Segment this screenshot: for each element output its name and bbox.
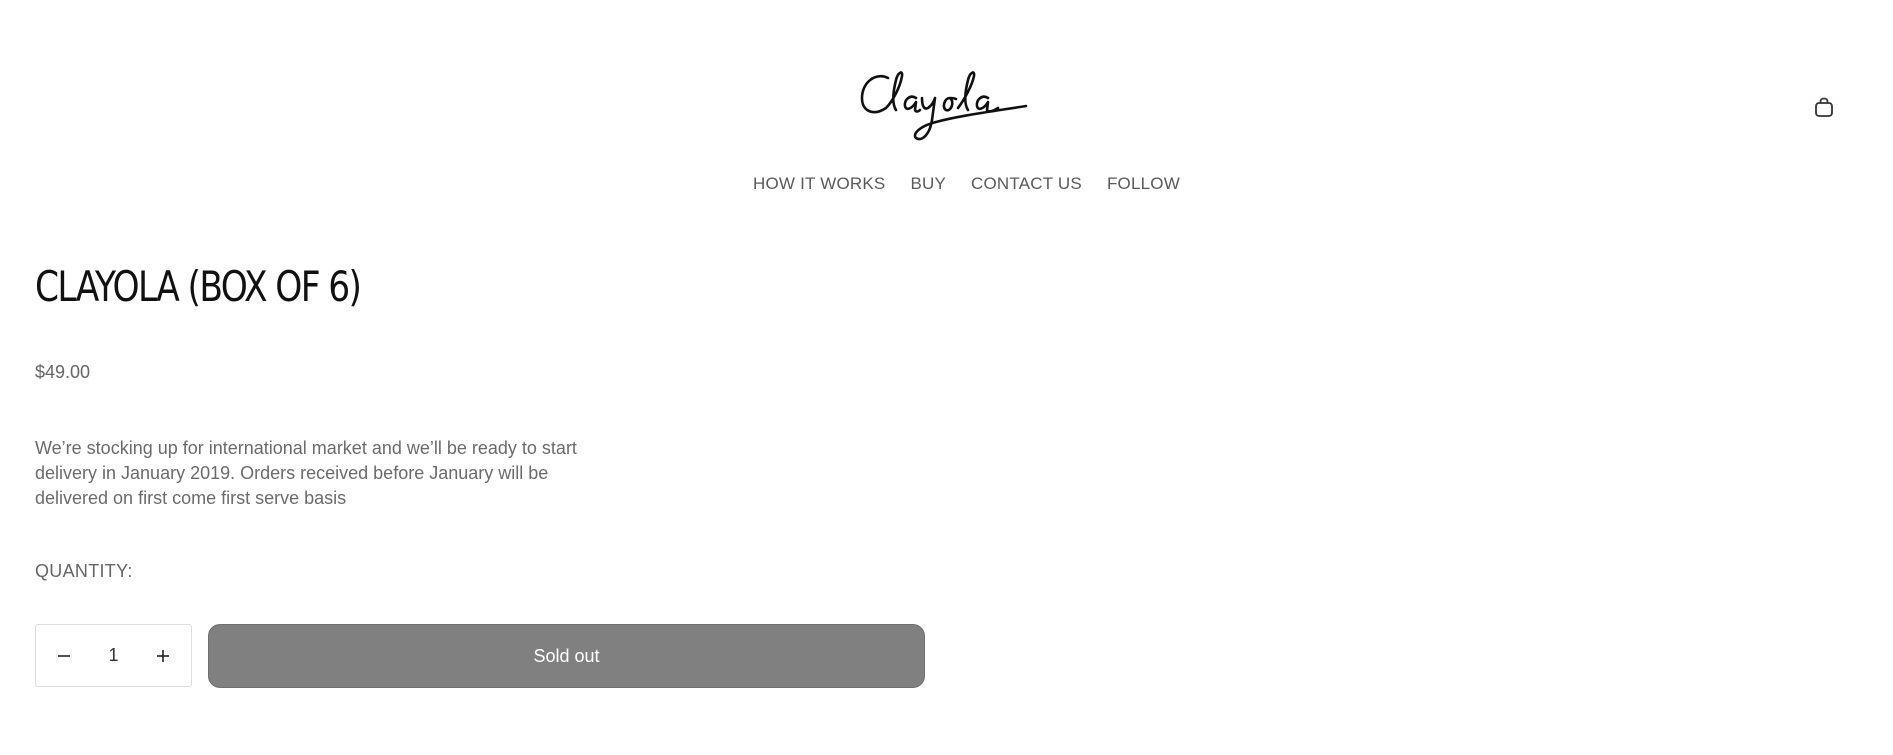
product-price: $49.00 <box>35 362 91 382</box>
brand-logo[interactable] <box>858 68 1030 150</box>
quantity-increment-button[interactable] <box>149 642 177 670</box>
cart-button[interactable] <box>1810 93 1838 121</box>
plus-icon <box>156 649 169 662</box>
quantity-input[interactable]: 1 <box>108 645 118 666</box>
product-description: We’re stocking up for international mark… <box>35 438 577 508</box>
product-title: CLAYOLA (BOX OF 6) <box>35 262 362 311</box>
nav-item-how-it-works[interactable]: HOW IT WORKS <box>753 174 885 194</box>
nav-item-follow[interactable]: FOLLOW <box>1107 174 1180 194</box>
sold-out-button[interactable]: Sold out <box>208 624 925 688</box>
nav-item-contact-us[interactable]: CONTACT US <box>971 174 1082 194</box>
quantity-decrement-button[interactable] <box>50 642 78 670</box>
minus-icon <box>58 654 70 657</box>
quantity-stepper: 1 <box>35 624 192 687</box>
clayola-wordmark <box>860 71 1028 141</box>
quantity-label: QUANTITY: <box>35 561 133 581</box>
nav-item-buy[interactable]: BUY <box>910 174 946 194</box>
shopping-bag-icon <box>1815 97 1833 117</box>
main-nav: HOW IT WORKS BUY CONTACT US FOLLOW <box>0 174 1893 194</box>
product-page: HOW IT WORKS BUY CONTACT US FOLLOW CLAYO… <box>0 0 1893 755</box>
